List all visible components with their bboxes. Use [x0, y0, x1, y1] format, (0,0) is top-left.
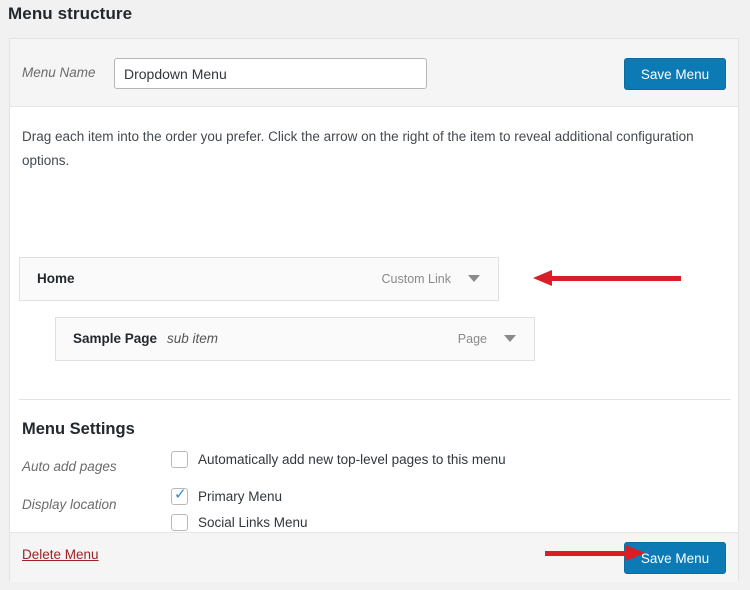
- display-location-label: Display location: [22, 497, 117, 512]
- page-title: Menu structure: [8, 4, 133, 23]
- menu-body: Drag each item into the order you prefer…: [10, 107, 738, 557]
- menu-item-row[interactable]: Home Custom Link: [19, 257, 499, 301]
- delete-menu-link[interactable]: Delete Menu: [22, 547, 99, 562]
- menu-item-type: Page: [457, 332, 487, 346]
- menu-items-list: Home Custom Link Sample Page sub item Pa…: [10, 257, 738, 361]
- display-location-label-social-links-menu: Social Links Menu: [198, 515, 308, 530]
- chevron-down-icon[interactable]: [504, 335, 516, 342]
- check-icon: ✓: [174, 485, 187, 503]
- menu-item-subtitle: sub item: [167, 331, 219, 346]
- instructions-text: Drag each item into the order you prefer…: [22, 129, 694, 168]
- auto-add-pages-checkbox[interactable]: [171, 451, 188, 468]
- display-location-checkbox-primary-menu[interactable]: ✓: [171, 485, 188, 505]
- menu-item-title: Home: [37, 271, 75, 286]
- save-menu-button-bottom[interactable]: Save Menu: [624, 542, 726, 574]
- display-location-label-primary-menu: Primary Menu: [198, 489, 283, 504]
- auto-add-pages-label: Auto add pages: [22, 459, 117, 474]
- menu-item-title: Sample Page: [73, 331, 158, 346]
- section-divider: [19, 399, 731, 400]
- save-menu-button-top[interactable]: Save Menu: [624, 58, 726, 90]
- menu-footer: Delete Menu Save Menu: [10, 532, 738, 582]
- auto-add-pages-option-label: Automatically add new top-level pages to…: [198, 452, 506, 467]
- menu-name-label: Menu Name: [22, 65, 96, 80]
- menu-item-type: Custom Link: [381, 272, 451, 286]
- menu-structure-panel: Menu Name Save Menu Drag each item into …: [9, 38, 739, 582]
- menu-item-row[interactable]: Sample Page sub item Page: [55, 317, 535, 361]
- display-location-checkbox-social-links-menu[interactable]: [171, 514, 188, 531]
- menu-settings-heading: Menu Settings: [22, 420, 135, 438]
- chevron-down-icon[interactable]: [468, 275, 480, 282]
- menu-name-input[interactable]: [114, 58, 427, 89]
- menu-name-header: Menu Name Save Menu: [10, 39, 738, 107]
